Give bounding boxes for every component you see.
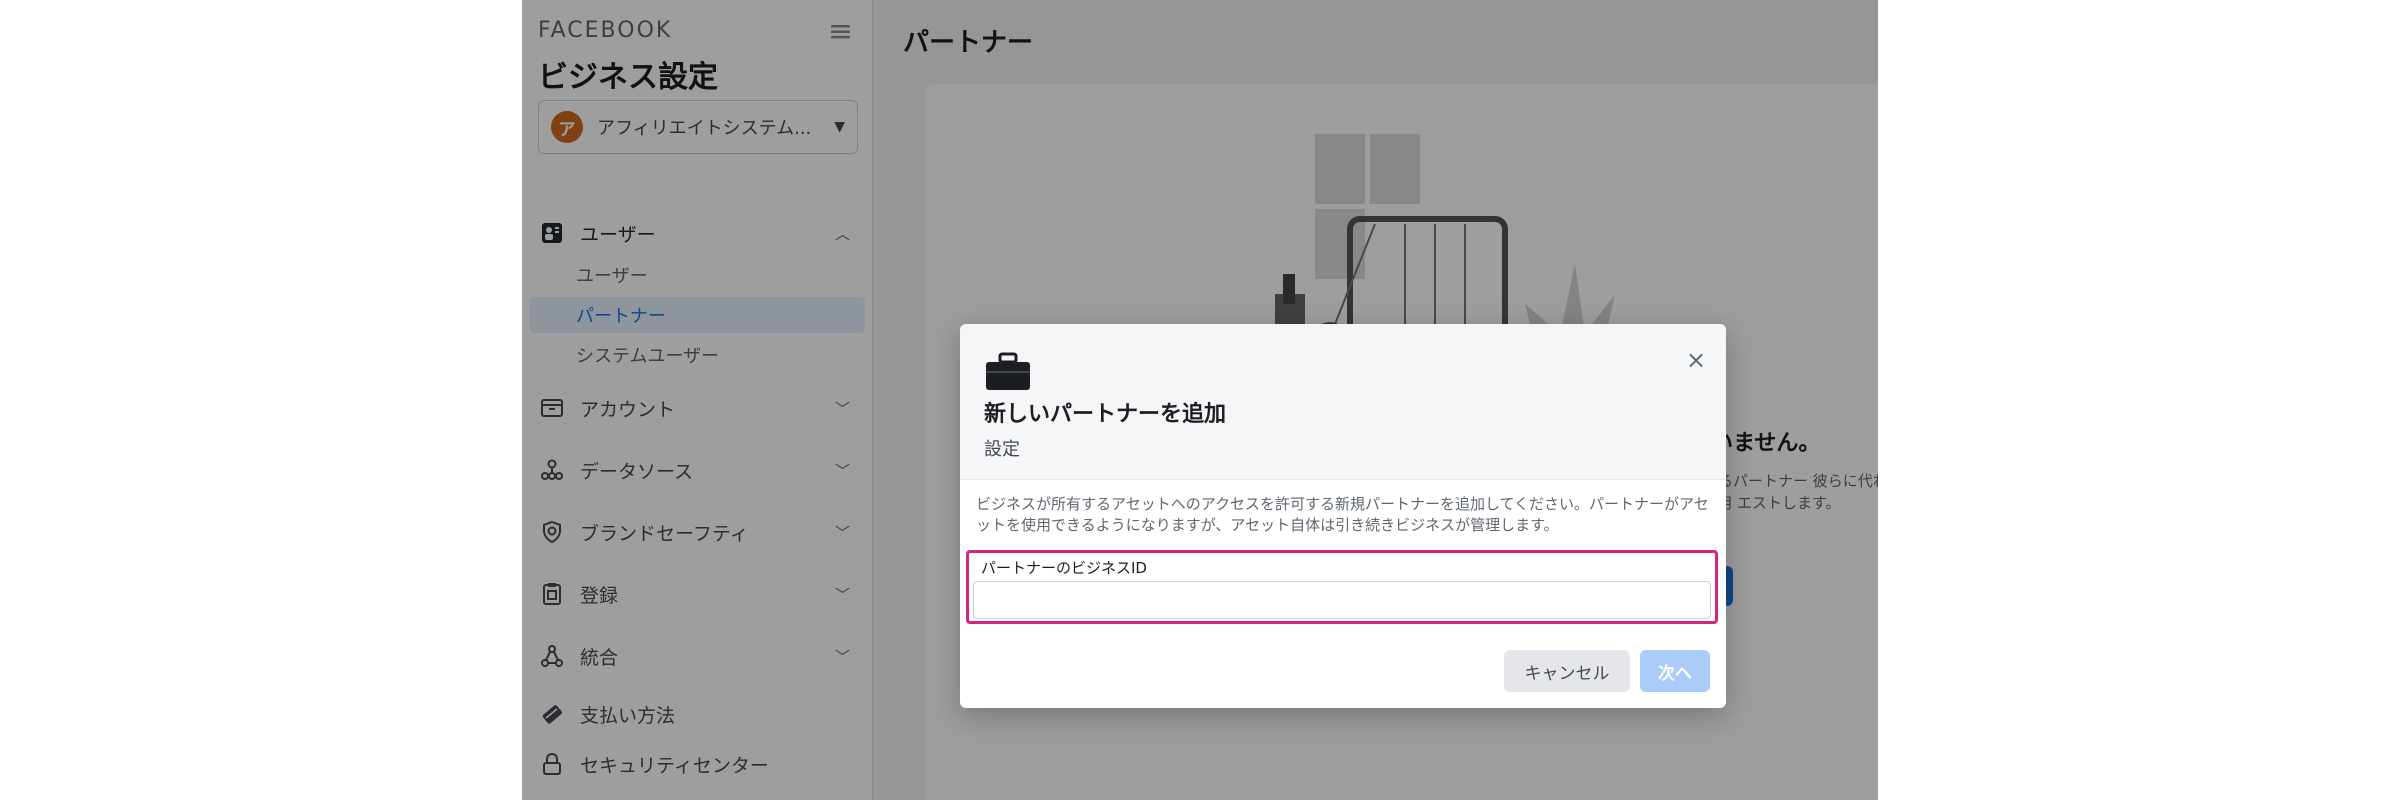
- dialog-title: 新しいパートナーを追加: [984, 402, 1227, 427]
- business-id-input[interactable]: [973, 581, 1711, 619]
- dialog-description: ビジネスが所有するアセットへのアクセスを許可する新規パートナーを追加してください…: [976, 495, 1709, 534]
- close-icon[interactable]: ×: [1682, 346, 1710, 374]
- cancel-button[interactable]: キャンセル: [1504, 650, 1630, 692]
- business-settings-app: FACEBOOK ≡ ビジネス設定 ア アフィリエイトシステム... ▼ ユーザ…: [522, 0, 1878, 800]
- business-id-field-highlight: パートナーのビジネスID: [966, 550, 1718, 624]
- dialog-subtitle: 設定: [984, 439, 1020, 460]
- briefcase-icon: [984, 352, 1032, 396]
- next-button[interactable]: 次へ: [1640, 650, 1710, 692]
- dialog-header: × 新しいパートナーを追加 設定: [960, 324, 1726, 480]
- business-id-label: パートナーのビジネスID: [981, 559, 1147, 577]
- add-partner-dialog: × 新しいパートナーを追加 設定 ビジネスが所有するアセットへのアクセスを許可す…: [960, 324, 1726, 708]
